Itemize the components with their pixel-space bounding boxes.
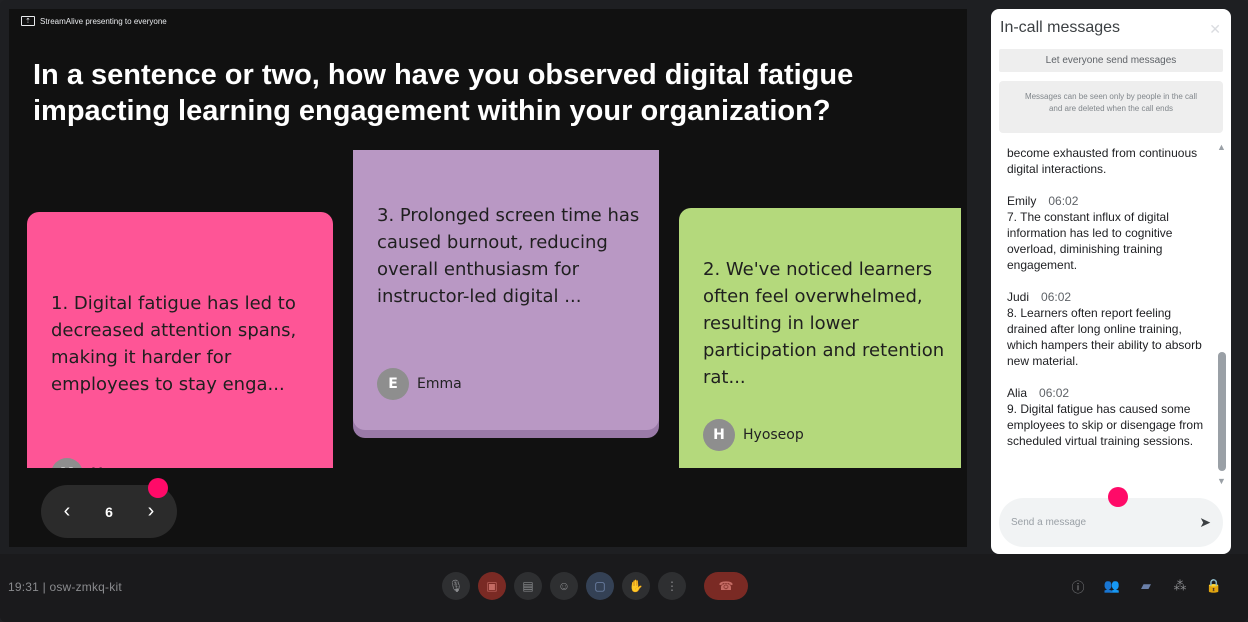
author-name: Hyoseop <box>743 427 804 443</box>
author-name: Emma <box>417 376 462 392</box>
meet-window: ⇡ StreamAlive presenting to everyone In … <box>0 0 1248 622</box>
microphone-icon[interactable]: 🎙 <box>442 572 470 600</box>
chat-message: Judi 06:02 8. Learners often report feel… <box>1007 289 1207 369</box>
present-screen-icon[interactable]: ▢ <box>586 572 614 600</box>
response-card-2: 2. We've noticed learners often feel ove… <box>679 208 961 478</box>
message-time: 06:02 <box>1048 194 1079 208</box>
message-text: 8. Learners often report feeling drained… <box>1007 306 1202 368</box>
more-options-icon[interactable]: ⋮ <box>658 572 686 600</box>
card-text: 2. We've noticed learners often feel ove… <box>703 259 945 388</box>
side-panel-icons: ⓘ 👥 ▰ ⁂ 🔒 <box>1070 578 1222 595</box>
info-icon[interactable]: ⓘ <box>1070 578 1086 595</box>
emoji-icon[interactable]: ☺ <box>550 572 578 600</box>
end-call-icon[interactable]: ☎ <box>704 572 748 600</box>
scroll-down-icon[interactable]: ▼ <box>1217 476 1226 486</box>
message-time: 06:02 <box>1039 386 1070 400</box>
scrollbar-thumb[interactable] <box>1218 352 1226 471</box>
close-icon[interactable]: ✕ <box>1209 21 1221 38</box>
captions-icon[interactable]: ▤ <box>514 572 542 600</box>
presenting-label: StreamAlive presenting to everyone <box>40 16 167 26</box>
card-author: H Hyoseop <box>703 419 804 451</box>
message-text: 9. Digital fatigue has caused some emplo… <box>1007 402 1204 448</box>
chat-privacy-note: Messages can be seen only by people in t… <box>999 81 1223 133</box>
meeting-info: 19:31 | osw-zmkq-kit <box>8 580 122 594</box>
chat-message: become exhausted from continuous digital… <box>1007 145 1207 177</box>
camera-off-icon[interactable]: ▣ <box>478 572 506 600</box>
send-icon[interactable]: ➤ <box>1199 514 1211 531</box>
chat-panel: In-call messages ✕ Let everyone send mes… <box>991 9 1231 554</box>
question-title: In a sentence or two, how have you obser… <box>33 59 854 127</box>
let-everyone-send-toggle[interactable]: Let everyone send messages <box>999 49 1223 72</box>
scroll-up-icon[interactable]: ▲ <box>1217 142 1226 152</box>
cursor-dot <box>148 478 168 498</box>
presentation-stage: ⇡ StreamAlive presenting to everyone In … <box>9 9 967 547</box>
meeting-toolbar: 19:31 | osw-zmkq-kit 🎙 ▣ ▤ ☺ ▢ ✋ ⋮ ☎ ⓘ 👥… <box>0 554 1248 622</box>
chat-message: Alia 06:02 9. Digital fatigue has caused… <box>1007 385 1207 449</box>
present-screen-icon: ⇡ <box>21 16 35 26</box>
send-message-input[interactable] <box>1011 517 1181 528</box>
message-author: Judi <box>1007 290 1030 304</box>
avatar: H <box>703 419 735 451</box>
message-time: 06:02 <box>1041 290 1072 304</box>
avatar: E <box>377 368 409 400</box>
message-list[interactable]: become exhausted from continuous digital… <box>991 135 1231 487</box>
chevron-left-icon[interactable]: ‹ <box>57 500 77 523</box>
response-card-1: 1. Digital fatigue has led to decreased … <box>27 212 333 482</box>
call-controls: 🎙 ▣ ▤ ☺ ▢ ✋ ⋮ ☎ <box>442 572 748 600</box>
meeting-time: 19:31 <box>8 580 40 594</box>
message-author: Emily <box>1007 194 1037 208</box>
chat-title: In-call messages <box>1000 19 1121 36</box>
lock-icon[interactable]: 🔒 <box>1206 578 1222 594</box>
chat-icon[interactable]: ▰ <box>1138 578 1154 594</box>
message-text: become exhausted from continuous digital… <box>1007 146 1198 176</box>
response-card-3: 3. Prolonged screen time has caused burn… <box>353 150 659 430</box>
chat-message: Emily 06:02 7. The constant influx of di… <box>1007 193 1207 273</box>
presenting-indicator: ⇡ StreamAlive presenting to everyone <box>21 16 167 26</box>
cursor-dot <box>1108 487 1128 507</box>
people-icon[interactable]: 👥 <box>1104 578 1120 594</box>
raise-hand-icon[interactable]: ✋ <box>622 572 650 600</box>
separator: | <box>42 580 46 594</box>
message-input-box[interactable]: ➤ <box>999 498 1223 547</box>
meeting-code: osw-zmkq-kit <box>49 580 122 594</box>
message-author: Alia <box>1007 386 1028 400</box>
card-text: 1. Digital fatigue has led to decreased … <box>51 293 297 395</box>
activities-icon[interactable]: ⁂ <box>1172 578 1188 594</box>
slide-number: 6 <box>105 503 113 520</box>
message-text: 7. The constant influx of digital inform… <box>1007 210 1173 272</box>
card-text: 3. Prolonged screen time has caused burn… <box>377 205 640 307</box>
chevron-right-icon[interactable]: › <box>141 500 161 523</box>
card-author: E Emma <box>377 368 462 400</box>
